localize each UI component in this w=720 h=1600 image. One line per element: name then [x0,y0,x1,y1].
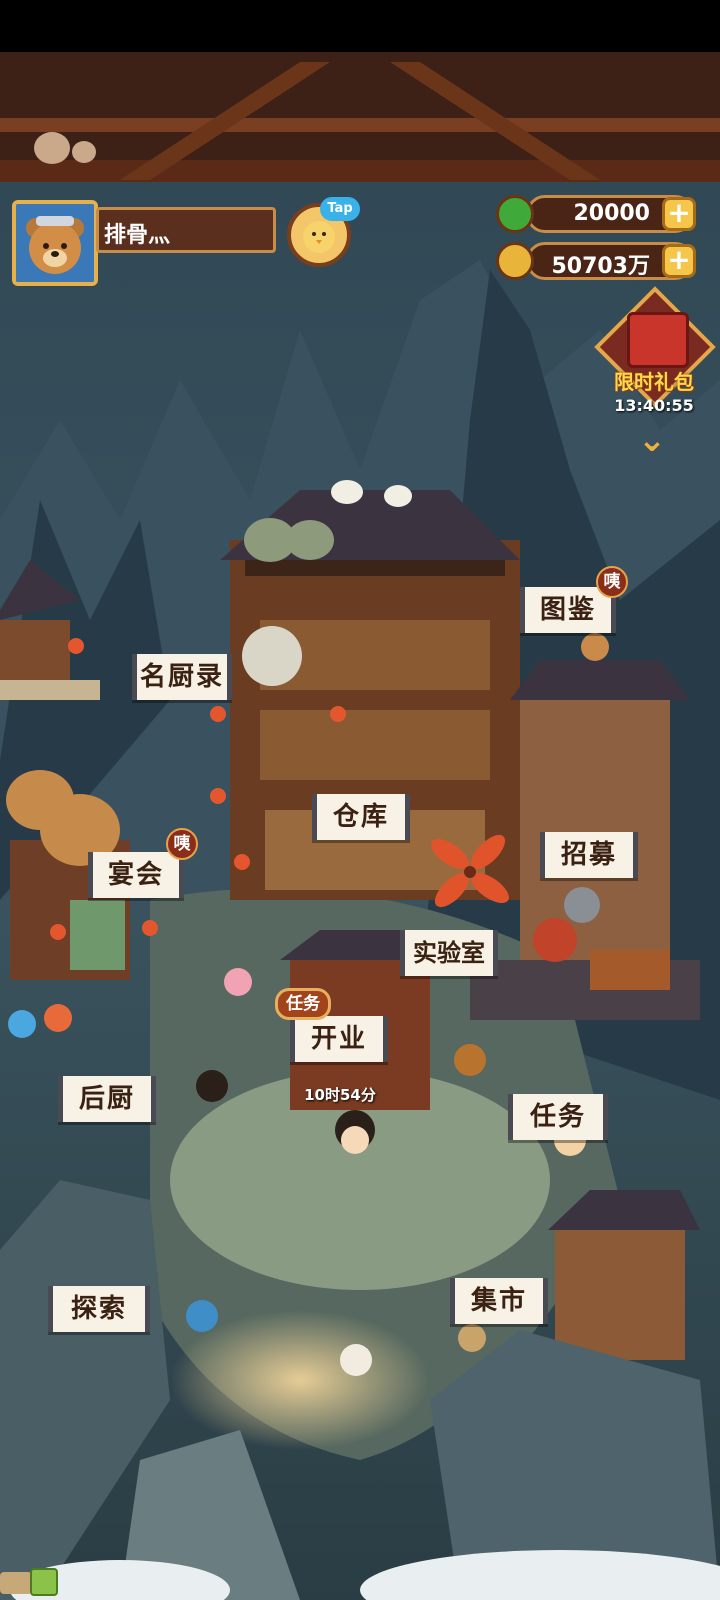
explore-button[interactable]: 探索 [48,1286,150,1332]
limited-gift-label[interactable]: 限时礼包 [604,366,704,395]
add-coin-button[interactable]: + [662,244,696,278]
bear-avatar-icon [16,204,94,282]
chevron-down-icon[interactable]: ⌄ [629,422,675,458]
catalog-hint-badge: 咦 [596,566,628,598]
bottom-strip [0,1572,32,1594]
famous-chefs-button[interactable]: 名厨录 [132,654,232,700]
recruit-button[interactable]: 招募 [540,832,638,878]
jade-amount: 20000 [573,201,650,226]
tap-badge: Tap [320,197,360,221]
tasks-button[interactable]: 任务 [508,1094,608,1140]
task-tag: 任务 [275,988,331,1020]
open-business-timer: 10时54分 [304,1086,376,1104]
back-kitchen-button[interactable]: 后厨 [58,1076,156,1122]
status-bar [0,0,720,52]
market-button[interactable]: 集市 [450,1278,548,1324]
laboratory-button[interactable]: 实验室 [400,930,498,976]
menu-toggle-button[interactable] [30,1568,58,1596]
add-jade-button[interactable]: + [662,197,696,231]
player-avatar[interactable] [12,200,98,286]
limited-gift-timer: 13:40:55 [614,396,694,415]
warehouse-button[interactable]: 仓库 [312,794,410,840]
player-name: 排骨灬 [104,223,171,248]
banquet-button[interactable]: 宴会 [88,852,184,898]
gift-box-icon[interactable] [627,312,689,368]
banquet-hint-badge: 咦 [166,828,198,860]
coin-amount: 50703万 [551,254,650,279]
open-business-button[interactable]: 开业 [290,1016,388,1062]
